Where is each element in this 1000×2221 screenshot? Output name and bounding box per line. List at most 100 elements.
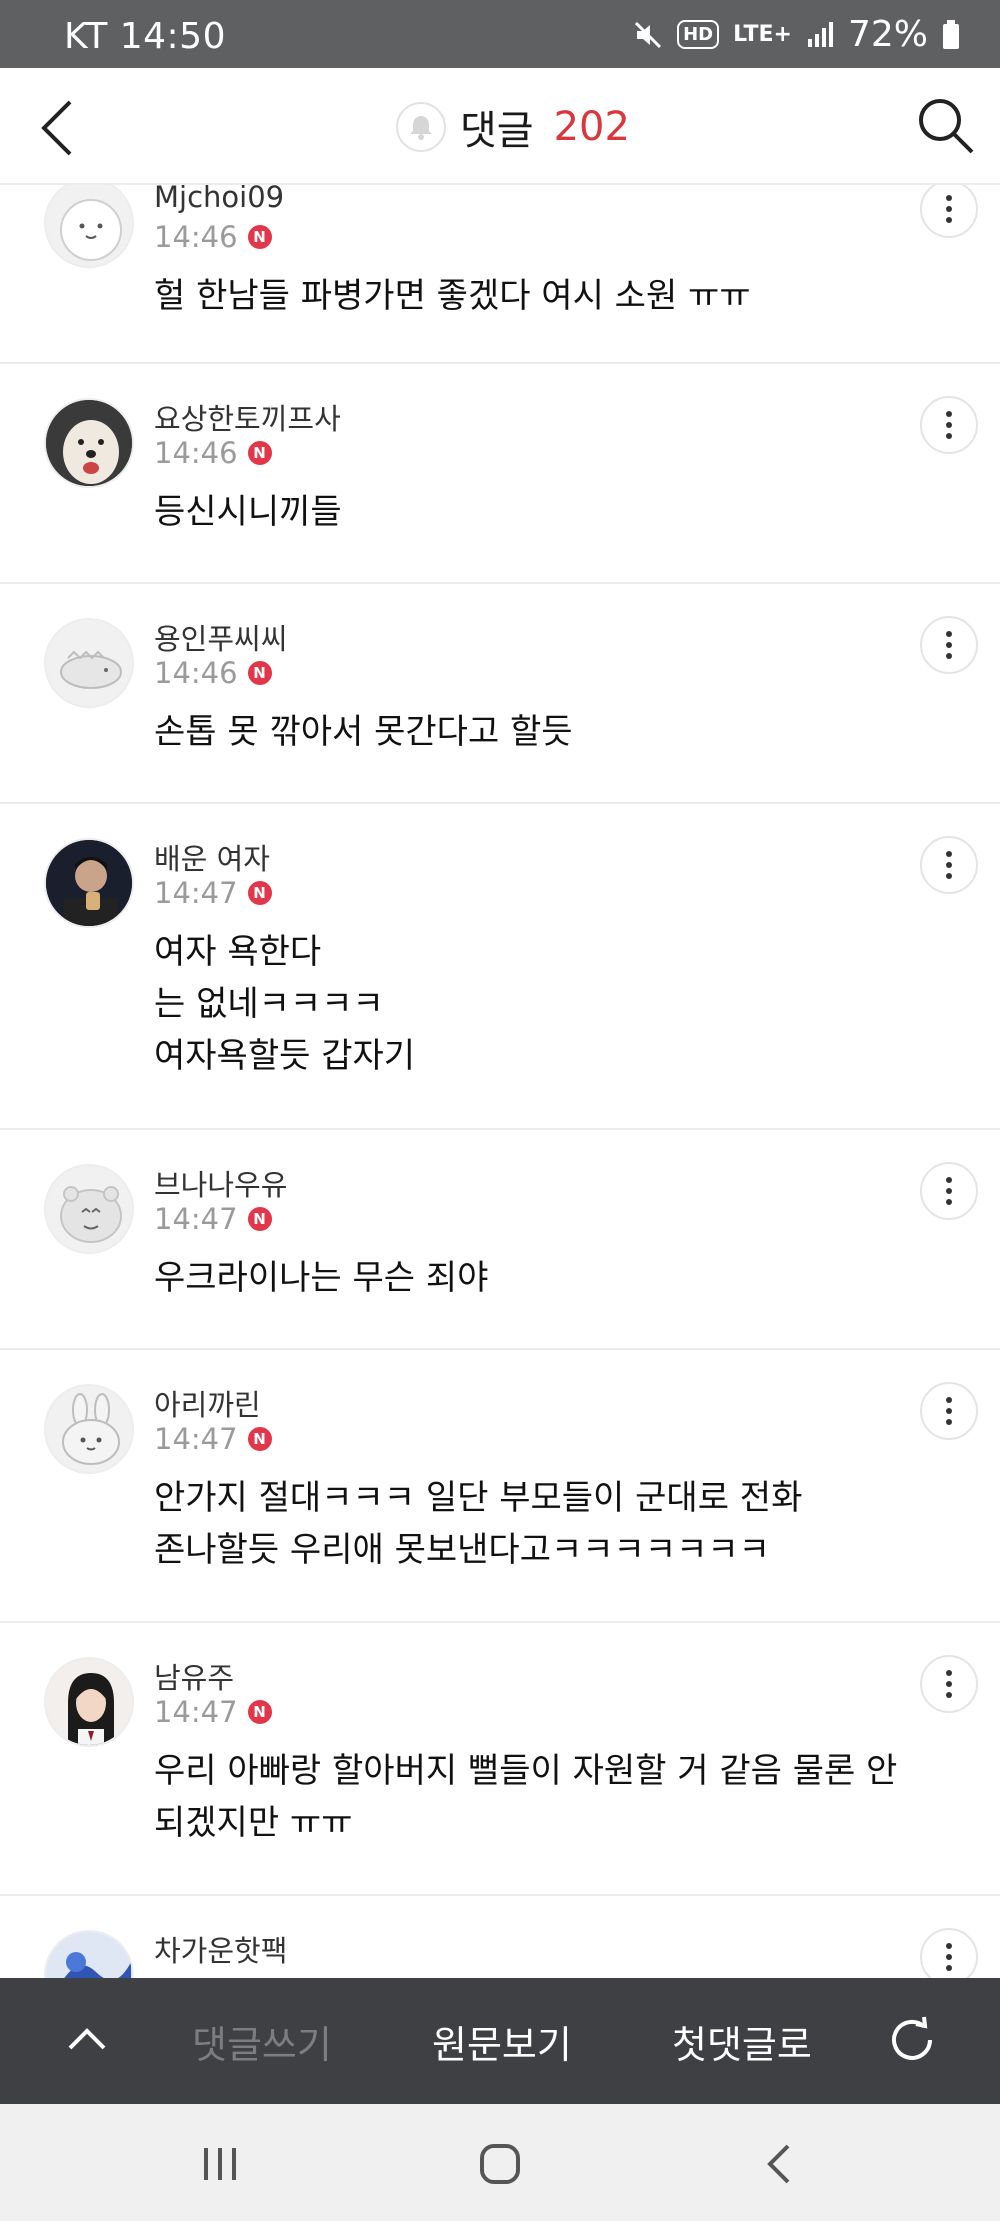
mute-icon (633, 20, 663, 50)
avatar[interactable] (44, 1657, 134, 1747)
dinosaur-avatar-icon (60, 650, 122, 689)
back-button[interactable] (34, 98, 84, 158)
comment-text: 헐 한남들 파병가면 좋겠다 여시 소원 ㅠㅠ (154, 276, 751, 316)
nickname[interactable]: Mjchoi09 (154, 185, 284, 214)
comment-text: 안가지 절대ㅋㅋㅋ 일단 부모들이 군대로 전화 존나할듯 우리애 못보낸다고ㅋ… (154, 1478, 803, 1570)
timestamp: 14:46 (154, 220, 238, 254)
more-vertical-icon (946, 1397, 952, 1425)
comments-header: 댓글 202 (0, 68, 1000, 185)
more-options-button[interactable] (920, 1382, 978, 1440)
recent-apps-button[interactable] (200, 2144, 240, 2184)
more-vertical-icon (946, 1943, 952, 1971)
more-vertical-icon (946, 1670, 952, 1698)
timestamp: 14:46 (154, 656, 238, 690)
nickname[interactable]: 차가운핫팩 (154, 1928, 287, 1970)
more-options-button[interactable] (920, 1928, 978, 1978)
search-button[interactable] (914, 94, 976, 156)
timestamp: 14:47 (154, 1202, 238, 1236)
chevron-up-icon (68, 2028, 106, 2050)
person-avatar-icon (46, 840, 132, 926)
nickname[interactable]: 브나나우유 (154, 1162, 287, 1204)
nickname[interactable]: 용인푸씨씨 (154, 616, 287, 658)
page-title: 댓글 202 (396, 98, 630, 156)
more-vertical-icon (946, 195, 952, 223)
time-row: 14:46 N (154, 220, 272, 254)
time-row: 14:47 N (154, 876, 272, 910)
comment-text: 우리 아빠랑 할아버지 뻘들이 자원할 거 같음 물론 안 되겠지만 ㅠㅠ (154, 1751, 898, 1843)
more-options-button[interactable] (920, 396, 978, 454)
more-options-button[interactable] (920, 1162, 978, 1220)
comment-text: 우크라이나는 무슨 죄야 (154, 1258, 489, 1298)
time-row: 14:47 N (154, 1422, 272, 1456)
more-options-button[interactable] (920, 836, 978, 894)
new-badge: N (247, 1427, 272, 1451)
more-vertical-icon (946, 411, 952, 439)
write-comment-button[interactable]: 댓글쓰기 (192, 2014, 332, 2069)
more-options-button[interactable] (920, 185, 978, 238)
comment-item: 차가운핫팩 (0, 1896, 1000, 1978)
timestamp: 14:47 (154, 876, 238, 910)
view-original-button[interactable]: 원문보기 (432, 2014, 572, 2069)
avatar[interactable] (44, 1384, 134, 1474)
avatar[interactable] (44, 838, 134, 928)
comment-text: 손톱 못 깎아서 못간다고 할듯 (154, 712, 573, 752)
back-arrow-icon (767, 2144, 790, 2184)
more-vertical-icon (946, 851, 952, 879)
nickname[interactable]: 배운 여자 (154, 836, 270, 878)
nickname[interactable]: 아리까린 (154, 1382, 261, 1424)
more-options-button[interactable] (920, 1655, 978, 1713)
notification-bell-button[interactable] (396, 102, 446, 152)
more-options-button[interactable] (920, 616, 978, 674)
search-icon (919, 99, 974, 154)
carrier-time: KT 14:50 (64, 16, 226, 57)
new-badge: N (247, 225, 272, 249)
refresh-button[interactable] (884, 2012, 940, 2068)
comment-item: 요상한토끼프사 14:46 N 등신시니끼들 (0, 364, 1000, 584)
avatar[interactable] (44, 618, 134, 708)
nickname[interactable]: 요상한토끼프사 (154, 396, 341, 438)
comment-item: 아리까린 14:47 N 안가지 절대ㅋㅋㅋ 일단 부모들이 군대로 전화 존나… (0, 1350, 1000, 1623)
battery-percent: 72% (847, 14, 928, 55)
refresh-icon (892, 2016, 932, 2060)
signal-icon (806, 21, 834, 49)
new-badge: N (247, 661, 272, 685)
recent-apps-icon (204, 2148, 236, 2180)
avatar[interactable] (44, 398, 134, 488)
timestamp: 14:47 (154, 1695, 238, 1729)
comment-item: 브나나우유 14:47 N 우크라이나는 무슨 죄야 (0, 1130, 1000, 1350)
comment-count: 202 (553, 104, 630, 150)
comment-item: 남유주 14:47 N 우리 아빠랑 할아버지 뻘들이 자원할 거 같음 물론 … (0, 1623, 1000, 1896)
home-button[interactable] (478, 2142, 522, 2186)
status-icons: HD LTE+ 72% (633, 14, 960, 55)
time-row: 14:47 N (154, 1695, 272, 1729)
scroll-top-button[interactable] (62, 2014, 112, 2064)
home-icon (480, 2144, 520, 2184)
comment-item: Mjchoi09 14:46 N 헐 한남들 파병가면 좋겠다 여시 소원 ㅠㅠ (0, 185, 1000, 364)
system-back-button[interactable] (760, 2142, 800, 2186)
more-vertical-icon (946, 1177, 952, 1205)
first-comment-button[interactable]: 첫댓글로 (672, 2014, 812, 2069)
nickname[interactable]: 남유주 (154, 1655, 234, 1697)
dog-avatar-icon (46, 400, 132, 486)
timestamp: 14:47 (154, 1422, 238, 1456)
comment-text: 등신시니끼들 (154, 492, 342, 532)
comment-list: Mjchoi09 14:46 N 헐 한남들 파병가면 좋겠다 여시 소원 ㅠㅠ… (0, 185, 1000, 1978)
more-vertical-icon (946, 631, 952, 659)
title-label: 댓글 (460, 108, 534, 154)
girl-avatar-icon (46, 1659, 132, 1745)
hamster-avatar-icon (60, 1186, 122, 1243)
avatar[interactable] (44, 1930, 134, 1978)
lte-icon: LTE+ (733, 21, 792, 47)
bell-icon (410, 116, 432, 140)
time-row: 14:47 N (154, 1202, 272, 1236)
new-badge: N (247, 441, 272, 465)
rabbit-avatar-icon (62, 1393, 120, 1465)
bottom-toolbar: 댓글쓰기 원문보기 첫댓글로 (0, 1978, 1000, 2104)
system-nav-bar (0, 2104, 1000, 2221)
avatar[interactable] (44, 1164, 134, 1254)
avatar[interactable] (44, 185, 134, 268)
hd-voice-icon: HD (677, 20, 720, 49)
bear-avatar-icon (60, 199, 122, 261)
chevron-left-icon (41, 100, 72, 156)
new-badge: N (247, 1207, 272, 1231)
